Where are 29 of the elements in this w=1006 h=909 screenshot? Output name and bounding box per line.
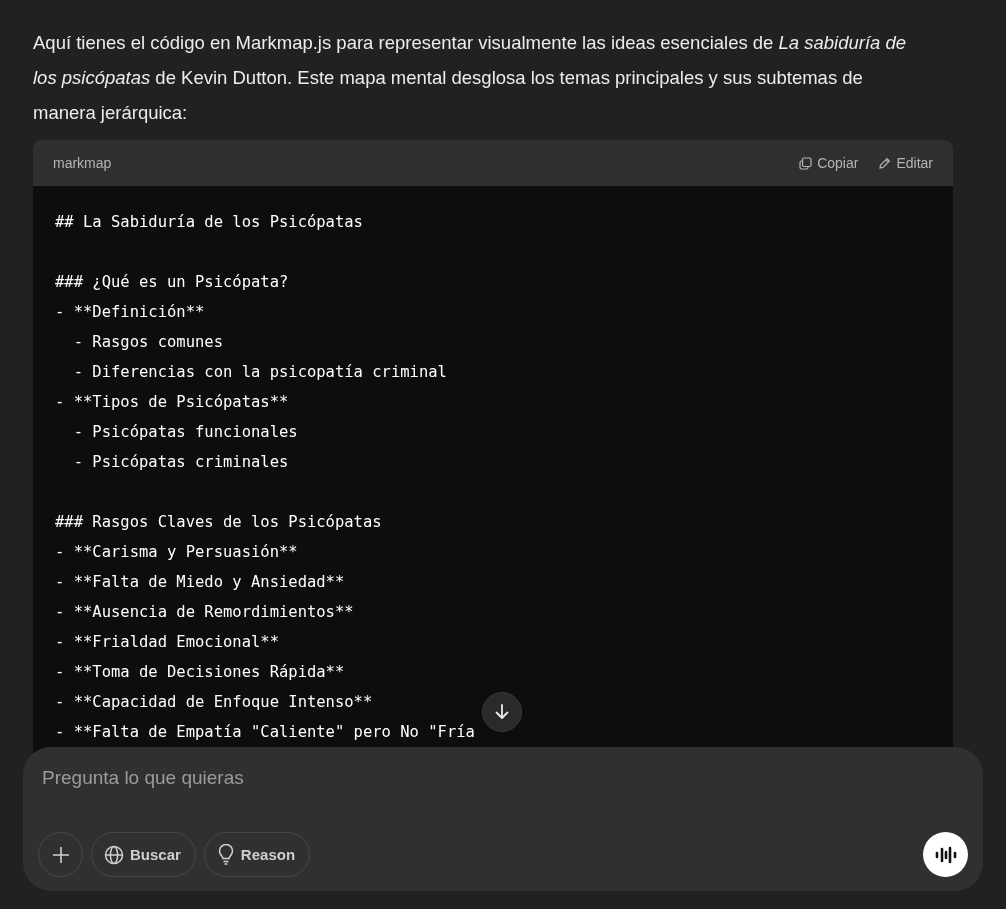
edit-button[interactable]: Editar bbox=[878, 155, 933, 171]
code-line: - Psicópatas funcionales bbox=[72, 423, 298, 441]
message-text: Aquí tienes el código en Markmap.js para representar visualmente las ideas esenciales de La sabiduría de los psicópatas de Kevin Dutton. Este mapa mental desglosa los temas principales y sus subtemas de manera jerárquica: bbox=[32, 31, 908, 125]
lightbulb-icon bbox=[216, 844, 235, 865]
code-line: - Diferencias con la psicopatía criminal bbox=[72, 363, 447, 381]
code-line: - **Carisma y Persuasión** bbox=[55, 543, 298, 561]
code-line: - **Frialdad Emocional** bbox=[55, 633, 279, 651]
code-line: - **Capacidad de Enfoque Intenso** bbox=[55, 693, 373, 711]
pencil-icon bbox=[878, 156, 892, 170]
code-line: - **Toma de Decisiones Rápida** bbox=[55, 663, 345, 681]
copy-icon bbox=[799, 156, 813, 170]
prompt-input[interactable]: Pregunta lo que quieras bbox=[38, 763, 968, 793]
code-line: - **Definición** bbox=[55, 303, 205, 321]
copy-button[interactable]: Copiar bbox=[799, 155, 859, 171]
code-language: markmap bbox=[53, 155, 112, 171]
voice-button[interactable] bbox=[923, 832, 968, 877]
code-line: - **Falta de Miedo y Ansiedad** bbox=[55, 573, 345, 591]
down-arrow-icon bbox=[493, 703, 511, 721]
code-line: ### Rasgos Claves de los Psicópatas bbox=[55, 513, 382, 531]
code-line: ### ¿Qué es un Psicópata? bbox=[55, 273, 289, 291]
code-line: - Psicópatas criminales bbox=[72, 453, 289, 471]
plus-icon bbox=[51, 845, 70, 864]
globe-icon bbox=[104, 844, 124, 865]
code-line: - Rasgos comunes bbox=[72, 333, 223, 351]
code-line: - **Ausencia de Remordimientos** bbox=[55, 603, 354, 621]
code-line: ## La Sabiduría de los Psicópatas bbox=[55, 213, 363, 231]
sound-wave-icon bbox=[934, 845, 957, 864]
code-line: - **Falta de Empatía "Caliente" pero No "Fría bbox=[55, 723, 475, 741]
code-line: - **Tipos de Psicópatas** bbox=[55, 393, 289, 411]
